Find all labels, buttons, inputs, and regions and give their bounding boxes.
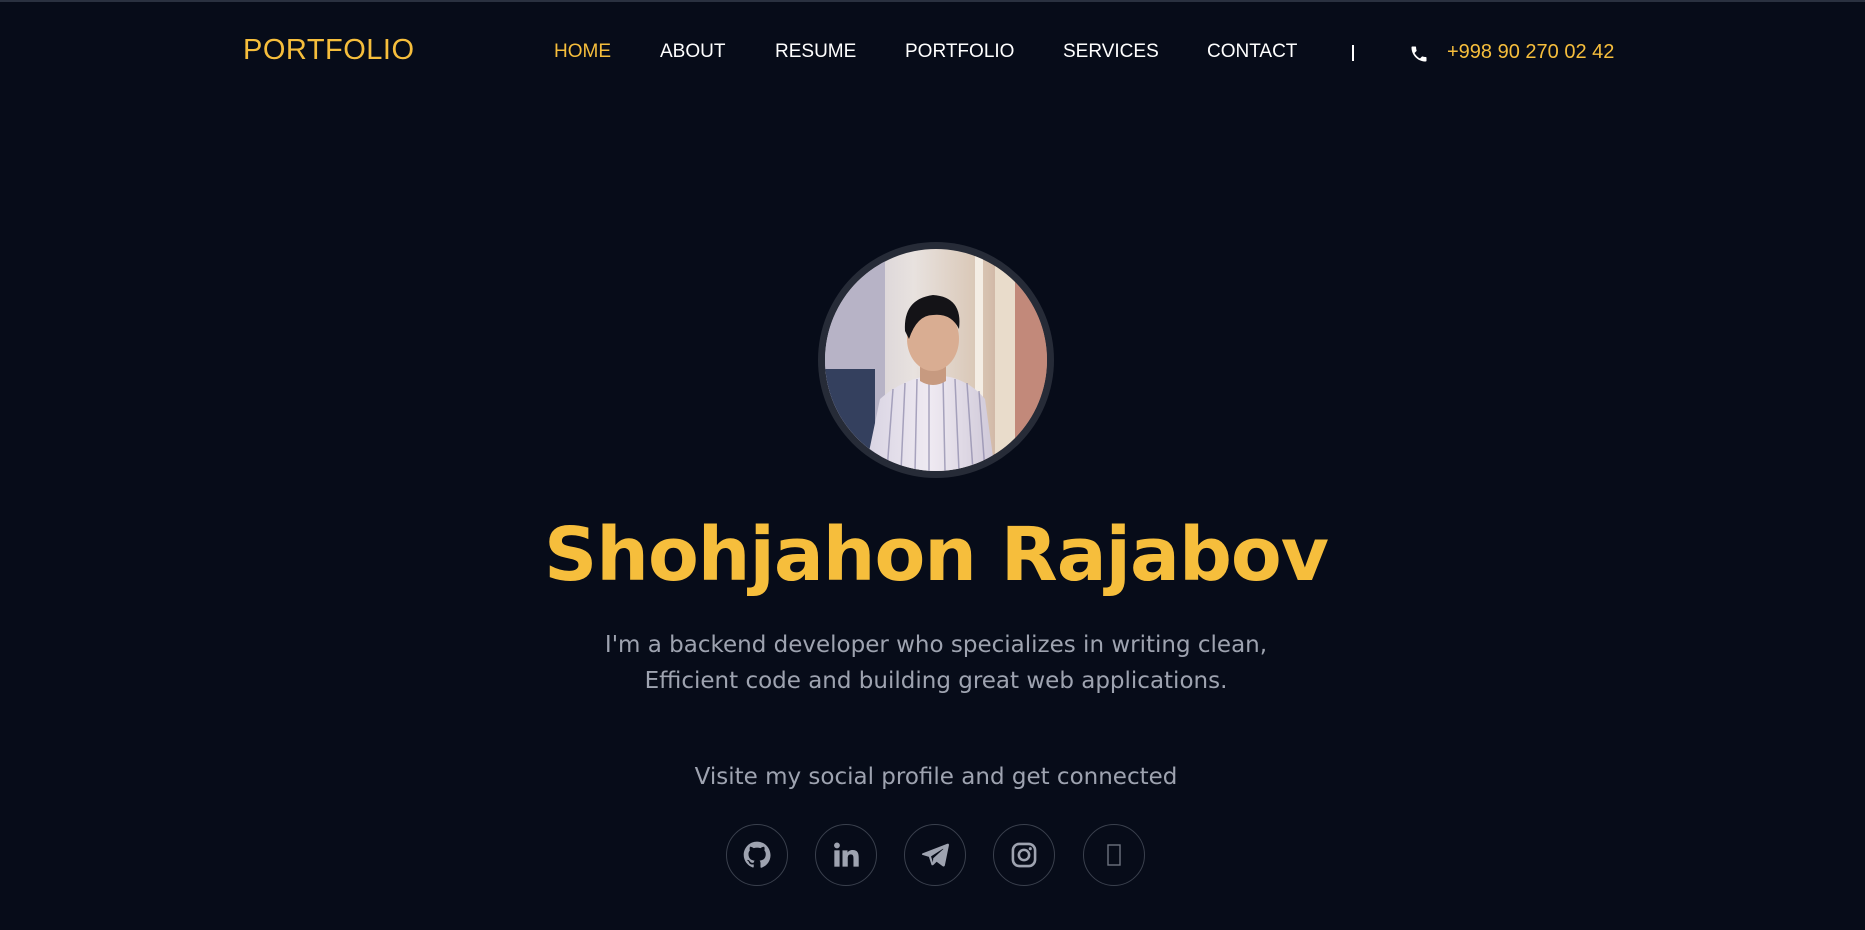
nav-link-about[interactable]: ABOUT xyxy=(660,41,725,63)
nav-divider xyxy=(1352,45,1354,61)
phone-number-link[interactable]: +998 90 270 02 42 xyxy=(1447,41,1614,64)
nav-link-resume[interactable]: RESUME xyxy=(775,41,856,63)
avatar xyxy=(818,242,1054,478)
instagram-icon xyxy=(1010,841,1038,869)
linkedin-icon xyxy=(832,841,860,869)
hero-description-line-1: I'm a backend developer who specializes … xyxy=(604,632,1268,658)
hero-description-line-2: Efficient code and building great web ap… xyxy=(644,668,1228,694)
profile-photo xyxy=(825,249,1047,471)
instagram-button[interactable] xyxy=(993,824,1055,886)
navbar: PORTFOLIO HOME ABOUT RESUME PORTFOLIO SE… xyxy=(0,2,1865,98)
linkedin-button[interactable] xyxy=(815,824,877,886)
hero-description: I'm a backend developer who specializes … xyxy=(0,627,1865,699)
hero-name: Shohjahon Rajabov xyxy=(543,512,1329,598)
github-button[interactable] xyxy=(726,824,788,886)
social-invite-text: Visite my social profile and get connect… xyxy=(694,764,1178,790)
phone-icon xyxy=(1409,44,1429,64)
brand-logo[interactable]: PORTFOLIO xyxy=(243,34,415,67)
nav-link-contact[interactable]: CONTACT xyxy=(1207,41,1297,63)
nav-link-services[interactable]: SERVICES xyxy=(1063,41,1159,63)
extra-social-button[interactable] xyxy=(1083,824,1145,886)
github-icon xyxy=(743,841,771,869)
nav-link-home[interactable]: HOME xyxy=(554,41,611,63)
nav-link-portfolio[interactable]: PORTFOLIO xyxy=(905,41,1014,63)
missing-glyph-icon xyxy=(1107,844,1121,866)
telegram-icon xyxy=(921,841,949,869)
telegram-button[interactable] xyxy=(904,824,966,886)
